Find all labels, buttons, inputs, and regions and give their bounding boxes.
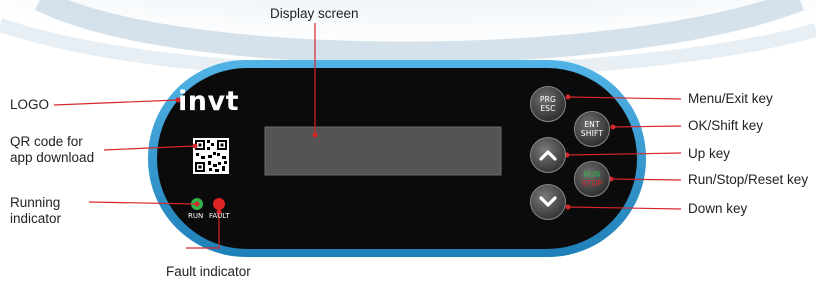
stop-key-label: STOP [581,179,603,188]
shift-label: SHIFT [580,129,604,138]
run-key-label: RUN [583,170,601,179]
ent-label: ENT [584,120,600,129]
callout-down-key: Down key [688,201,748,216]
down-key[interactable] [530,184,566,220]
prg-label: PRG [539,95,557,104]
callout-running-line2: indicator [10,211,62,226]
fault-led [213,198,225,210]
callout-qr-line1: QR code for [10,134,83,149]
callout-up-key: Up key [688,146,731,161]
qr-code [193,138,229,174]
esc-label: ESC [540,104,556,113]
callout-menu-exit: Menu/Exit key [688,91,773,106]
run-led-label: RUN [188,212,204,220]
callout-ok-shift: OK/Shift key [688,118,764,133]
callout-logo: LOGO [10,97,50,112]
prg-esc-key[interactable]: PRG ESC [530,86,566,122]
callout-qr-line2: app download [10,150,95,165]
chevron-up-icon [539,150,557,161]
display-screen [264,126,502,176]
chevron-down-icon [539,196,557,207]
fault-led-label: FAULT [209,212,230,220]
keypad-panel [53,23,682,257]
brand-logo: invt [178,86,239,117]
callout-fault-indicator: Fault indicator [166,264,251,279]
ent-shift-key[interactable]: ENT SHIFT [574,111,610,147]
callout-display-screen: Display screen [270,6,359,21]
up-key[interactable] [530,137,566,173]
callout-running-line1: Running [10,195,61,210]
run-stop-key[interactable]: RUN STOP [574,161,610,197]
callout-run-stop-reset: Run/Stop/Reset key [688,172,809,187]
